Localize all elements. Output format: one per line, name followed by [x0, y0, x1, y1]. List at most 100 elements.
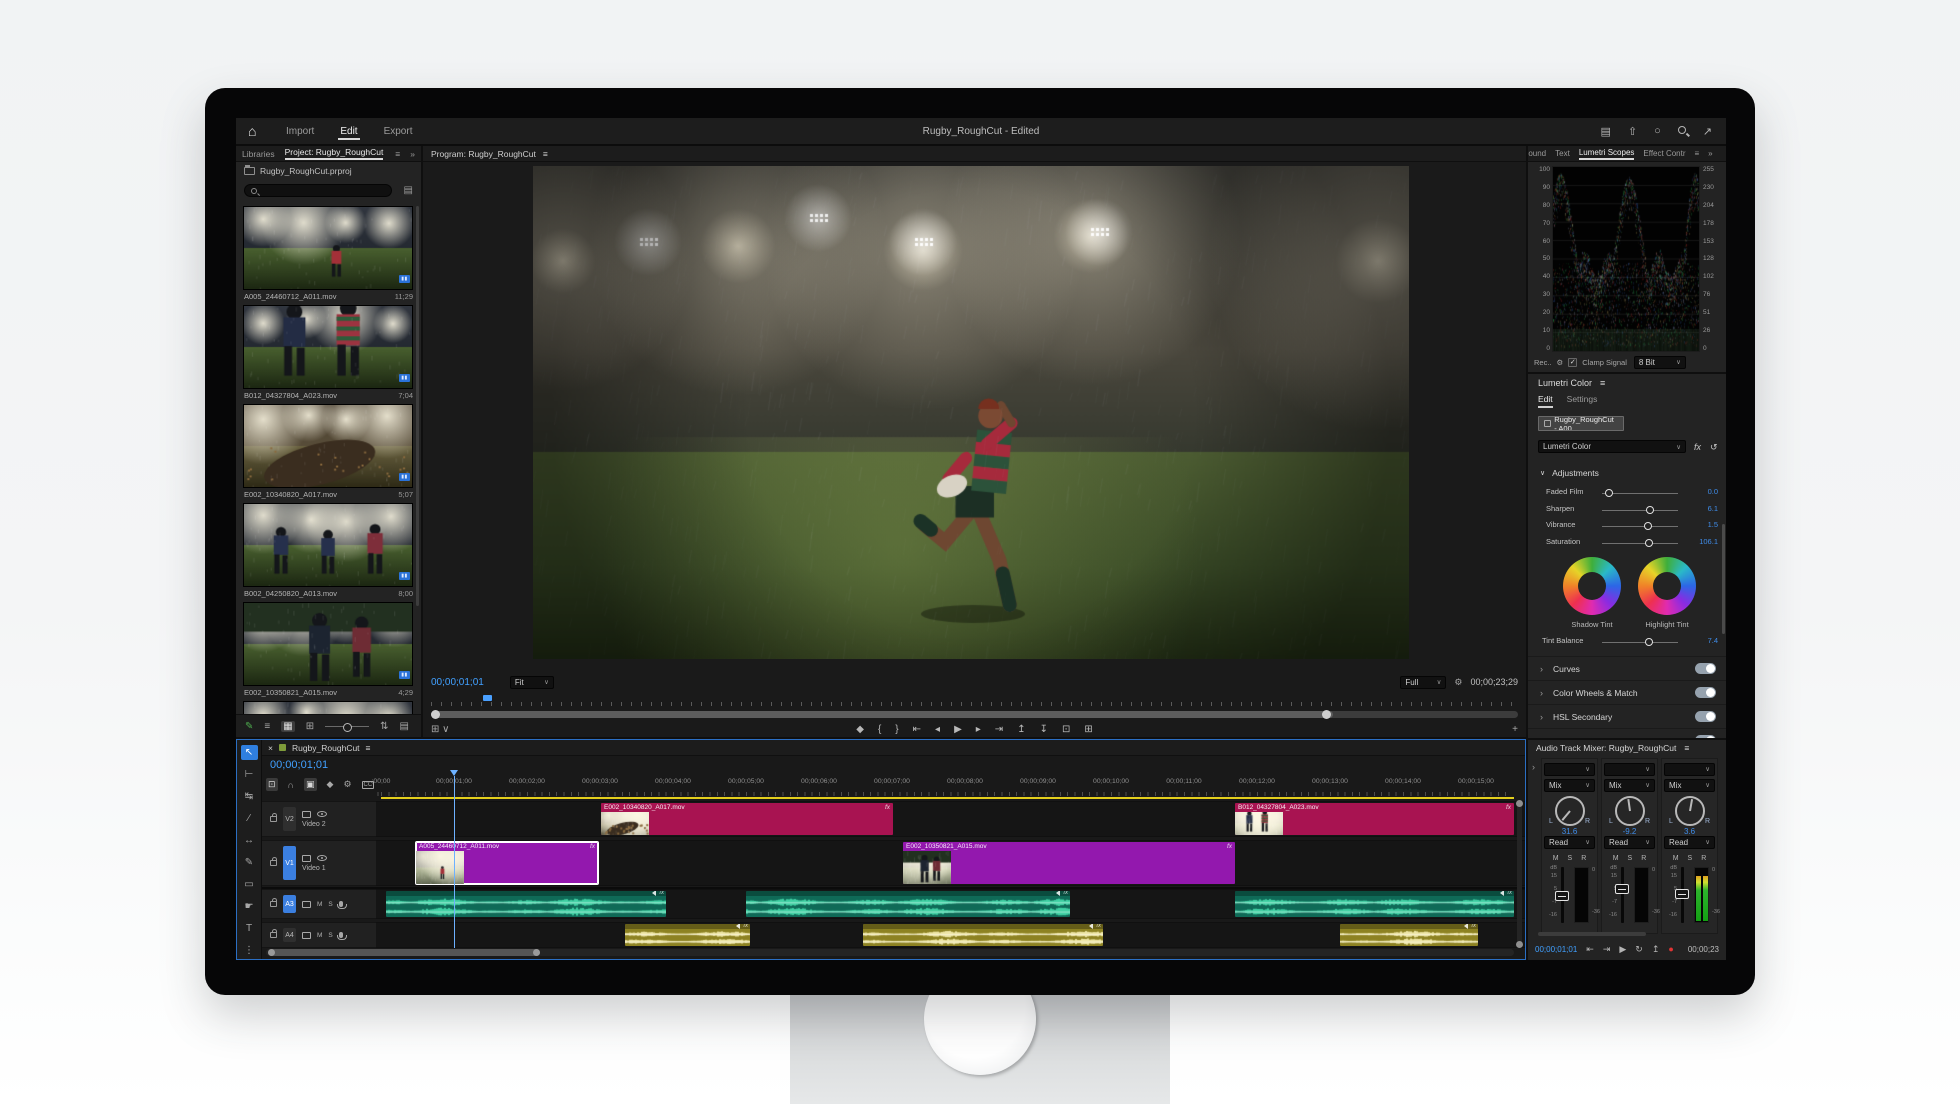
mix-dropdown[interactable]: Mix∨ [1544, 779, 1595, 792]
lock-icon[interactable] [270, 860, 277, 866]
s-button[interactable]: S [1628, 855, 1633, 862]
timeline-ruler[interactable]: ;00;0000;00;01;0000;00;02;0000;00;03;000… [376, 776, 1511, 796]
lumetri-tab-edit[interactable]: Edit [1538, 394, 1553, 408]
mix-dropdown[interactable]: Mix∨ [1664, 779, 1715, 792]
clamp-checkbox[interactable]: ✓ [1568, 358, 1577, 367]
slider-value[interactable]: 6.1 [1708, 504, 1718, 513]
audio-clip[interactable]: fx [1340, 924, 1478, 946]
s-button[interactable]: S [1568, 855, 1573, 862]
pan-knob[interactable] [1675, 796, 1705, 826]
section-row-curves[interactable]: ›Curves [1528, 656, 1726, 680]
video-clip[interactable]: B012_04327804_A023.movfx [1235, 803, 1514, 835]
track-header-a4[interactable]: A4MS [262, 922, 376, 948]
playhead-line[interactable] [454, 776, 455, 948]
edit-pen-icon[interactable]: ✎ [245, 721, 253, 732]
search-icon[interactable] [1678, 125, 1686, 137]
tab-text[interactable]: Text [1555, 149, 1570, 158]
maximize-icon[interactable]: ↗ [1703, 125, 1712, 138]
section-toggle[interactable] [1695, 735, 1716, 738]
slider-track[interactable] [1602, 493, 1678, 494]
button-editor-icon[interactable]: ⊞ ∨ [431, 724, 449, 735]
solo-button[interactable]: S [328, 932, 332, 939]
panel-menu-icon[interactable]: ≡ [366, 743, 371, 753]
project-search-box[interactable] [244, 184, 392, 197]
pan-knob[interactable] [1555, 796, 1585, 826]
slider-value[interactable]: 0.0 [1708, 487, 1718, 496]
slider-value[interactable]: 106.1 [1699, 537, 1718, 546]
sequence-clip-button[interactable]: Rugby_RoughCut - A00... [1538, 416, 1624, 431]
output-dropdown[interactable]: ∨ [1604, 763, 1655, 776]
m-button[interactable]: M [1673, 855, 1679, 862]
more-panels-icon[interactable]: » [410, 149, 415, 159]
tab-sound[interactable]: Sound [1528, 149, 1546, 158]
nest-toggle-icon[interactable]: ⊡ [266, 778, 278, 791]
project-clip-item[interactable] [243, 701, 414, 714]
program-timecode[interactable]: 00;00;01;01 [431, 677, 484, 688]
fader-handle[interactable] [1675, 889, 1689, 899]
list-view-icon[interactable]: ≡ [264, 721, 270, 732]
section-toggle[interactable] [1695, 663, 1716, 674]
more-panels-icon[interactable]: » [1708, 149, 1712, 158]
solo-button[interactable]: S [328, 901, 332, 908]
play-icon[interactable]: ▶ [954, 724, 962, 735]
lumetri-tab-settings[interactable]: Settings [1567, 394, 1598, 408]
track-select-tool[interactable]: ⊢ [241, 767, 258, 782]
project-clip-item[interactable]: E002_10350821_A015.mov4;29▮▮ [243, 602, 414, 697]
go-to-out-icon[interactable]: ⇥ [1603, 944, 1611, 955]
slip-tool[interactable]: ↔ [241, 833, 258, 848]
video-clip[interactable]: E002_10350821_A015.movfx [903, 842, 1235, 884]
tab-lumetri-scopes[interactable]: Lumetri Scopes [1579, 148, 1635, 160]
timeline-horizontal-scrollbar[interactable] [266, 949, 1514, 956]
automation-dropdown[interactable]: Read∨ [1604, 836, 1655, 849]
project-clip-item[interactable]: A005_24460712_A011.mov11;29▮▮ [243, 206, 414, 301]
snap-icon[interactable]: ∩ [288, 780, 294, 790]
audio-clip[interactable]: fx [386, 891, 666, 917]
panel-menu-icon[interactable]: ≡ [1684, 743, 1689, 753]
track-header-a3[interactable]: A3MS [262, 889, 376, 919]
razor-tool[interactable]: ∕ [241, 811, 258, 826]
sort-icon[interactable]: ⇅ [380, 721, 388, 732]
lock-icon[interactable] [270, 901, 277, 907]
section-toggle[interactable] [1695, 711, 1716, 722]
m-button[interactable]: M [1613, 855, 1619, 862]
r-button[interactable]: R [1701, 855, 1706, 862]
close-icon[interactable]: × [268, 743, 273, 753]
video-clip[interactable]: E002_10340820_A017.movfx [601, 803, 893, 835]
mix-dropdown[interactable]: Mix∨ [1604, 779, 1655, 792]
rectangle-tool[interactable]: ▭ [241, 877, 258, 892]
source-patch-icon[interactable] [302, 932, 311, 939]
thumbnail-zoom-slider[interactable] [325, 726, 369, 727]
slider-track[interactable] [1602, 543, 1678, 544]
ripple-edit-tool[interactable]: ↹ [241, 789, 258, 804]
audio-clip[interactable]: fx [746, 891, 1070, 917]
mixer-timecode[interactable]: 00;00;01;01 [1535, 945, 1577, 954]
selection-tool[interactable]: ↖ [241, 745, 258, 760]
timeline-vertical-scrollbar[interactable] [1517, 800, 1522, 948]
m-button[interactable]: M [1553, 855, 1559, 862]
project-clip-item[interactable]: B012_04327804_A023.mov7;04▮▮ [243, 305, 414, 400]
program-time-ruler[interactable] [431, 696, 1518, 706]
scrollbar-thumb[interactable] [268, 949, 540, 956]
tab-project[interactable]: Project: Rugby_RoughCut [285, 147, 384, 160]
automation-dropdown[interactable]: Read∨ [1544, 836, 1595, 849]
audio-clip[interactable]: fx [1235, 891, 1514, 917]
program-playhead[interactable] [483, 695, 492, 701]
slider-track[interactable] [1602, 510, 1678, 511]
export-icon[interactable]: ↥ [1652, 944, 1660, 955]
video-clip[interactable]: A005_24460712_A011.movfx [416, 842, 598, 884]
bit-depth-dropdown[interactable]: 8 Bit∨ [1634, 356, 1686, 369]
step-forward-icon[interactable]: ▸ [976, 724, 981, 735]
add-marker-icon[interactable]: ◆ [856, 724, 864, 735]
track-badge-v2[interactable]: V2 [283, 807, 296, 831]
track-badge-a4[interactable]: A4 [283, 928, 296, 942]
reset-icon[interactable]: ↺ [1710, 442, 1718, 453]
track-badge-a3[interactable]: A3 [283, 895, 296, 913]
pan-knob[interactable] [1615, 796, 1645, 826]
project-scrollbar[interactable] [416, 206, 419, 606]
add-marker-icon[interactable]: ◆ [327, 779, 334, 790]
mixer-scrollbar[interactable] [1538, 932, 1646, 936]
pen-tool[interactable]: ✎ [241, 855, 258, 870]
audio-clip[interactable]: fx [863, 924, 1103, 946]
mark-out-icon[interactable]: } [895, 724, 898, 735]
add-button-icon[interactable]: + [1512, 724, 1518, 735]
